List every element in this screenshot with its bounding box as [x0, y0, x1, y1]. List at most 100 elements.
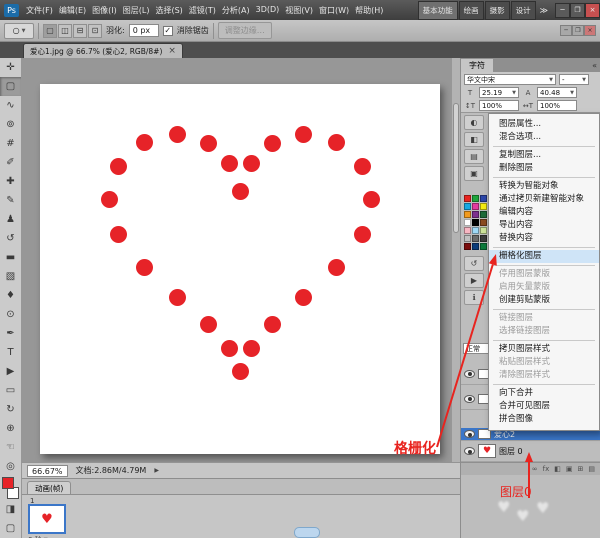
3d-orbit-tool[interactable]: ⊕: [0, 419, 21, 438]
screen-mode-button[interactable]: ▢: [0, 519, 21, 538]
menubar-item-7[interactable]: 3D(D): [253, 1, 283, 20]
color-swatch[interactable]: [472, 235, 479, 242]
restore-button[interactable]: ❐: [570, 3, 585, 18]
eyedropper-tool[interactable]: ✐: [0, 153, 21, 172]
quick-select-tool[interactable]: ⊚: [0, 115, 21, 134]
menubar-item-0[interactable]: 文件(F): [23, 1, 56, 20]
actions-panel-icon[interactable]: ▶: [464, 273, 484, 288]
history-panel-icon[interactable]: ↺: [464, 256, 484, 271]
context-menu-item-10[interactable]: 替换内容: [489, 232, 599, 245]
color-swatch[interactable]: [472, 203, 479, 210]
context-menu-item-4[interactable]: 删除图层: [489, 162, 599, 175]
new-layer-icon[interactable]: ⊞: [578, 465, 584, 473]
workspace-button-1[interactable]: 绘画: [459, 1, 484, 20]
menubar-item-8[interactable]: 视图(V): [282, 1, 316, 20]
context-menu-item-0[interactable]: 图层属性...: [489, 118, 599, 131]
color-swatch[interactable]: [480, 243, 487, 250]
font-style-select[interactable]: - ▼: [559, 74, 589, 85]
tool-preset-picker[interactable]: ○ ▼: [4, 23, 34, 39]
context-menu-item-21[interactable]: 拷贝图层样式: [489, 343, 599, 356]
layer-style-icon[interactable]: fx: [543, 465, 550, 473]
crop-tool[interactable]: #: [0, 134, 21, 153]
color-swatch[interactable]: [472, 211, 479, 218]
context-menu-item-8[interactable]: 编辑内容: [489, 206, 599, 219]
color-chips[interactable]: [0, 476, 21, 500]
masks-panel-icon[interactable]: ◧: [464, 132, 484, 147]
feather-input[interactable]: 0 px: [129, 24, 159, 37]
menubar-item-10[interactable]: 帮助(H): [352, 1, 386, 20]
color-swatch[interactable]: [472, 243, 479, 250]
type-tool[interactable]: T: [0, 343, 21, 362]
color-swatch[interactable]: [464, 219, 471, 226]
color-swatch[interactable]: [464, 243, 471, 250]
horizontal-scale-field[interactable]: 100%: [537, 100, 577, 111]
pen-tool[interactable]: ✒: [0, 324, 21, 343]
color-swatch[interactable]: [464, 227, 471, 234]
menubar-item-4[interactable]: 选择(S): [152, 1, 185, 20]
workspace-button-0[interactable]: 基本功能: [418, 1, 458, 20]
healing-brush-tool[interactable]: ✚: [0, 172, 21, 191]
close-icon[interactable]: ×: [168, 47, 176, 56]
brush-tool[interactable]: ✎: [0, 191, 21, 210]
move-tool[interactable]: ✛: [0, 58, 21, 77]
selection-mode-0[interactable]: ▢: [43, 24, 57, 38]
layer-thumbnail[interactable]: ♥: [478, 444, 496, 458]
info-panel-icon[interactable]: ℹ: [464, 290, 484, 305]
menubar-item-1[interactable]: 编辑(E): [56, 1, 89, 20]
color-swatch[interactable]: [480, 203, 487, 210]
zoom-level-field[interactable]: 66.67%: [27, 465, 68, 477]
color-swatch[interactable]: [480, 219, 487, 226]
context-menu-item-9[interactable]: 导出内容: [489, 219, 599, 232]
scrollbar-thumb[interactable]: [453, 103, 459, 233]
marquee-tool[interactable]: ▢: [0, 77, 21, 96]
blur-tool[interactable]: ♦: [0, 286, 21, 305]
context-menu-item-6[interactable]: 转换为智能对象: [489, 180, 599, 193]
delete-layer-icon[interactable]: ▤: [588, 465, 595, 473]
leading-select[interactable]: 40.48 ▼: [537, 87, 577, 98]
antialias-checkbox[interactable]: ✓: [163, 26, 173, 36]
menubar-item-9[interactable]: 窗口(W): [316, 1, 352, 20]
color-swatch[interactable]: [472, 227, 479, 234]
font-size-select[interactable]: 25.19 ▼: [479, 87, 519, 98]
menubar-item-6[interactable]: 分析(A): [219, 1, 253, 20]
context-menu-item-3[interactable]: 复制图层...: [489, 149, 599, 162]
add-mask-icon[interactable]: ◧: [554, 465, 561, 473]
channels-panel-icon[interactable]: ▣: [464, 166, 484, 181]
color-swatch[interactable]: [480, 195, 487, 202]
quick-mask-button[interactable]: ◨: [0, 500, 21, 519]
color-swatch[interactable]: [472, 195, 479, 202]
color-swatch[interactable]: [480, 235, 487, 242]
context-menu-item-7[interactable]: 通过拷贝新建智能对象: [489, 193, 599, 206]
layer-row-layer0[interactable]: ♥ 图层 0: [461, 441, 600, 462]
hand-tool[interactable]: ☜: [0, 438, 21, 457]
minimize-button[interactable]: ─: [555, 3, 570, 18]
context-menu-item-12[interactable]: 栅格化图层: [489, 250, 599, 263]
history-brush-tool[interactable]: ↺: [0, 229, 21, 248]
dodge-tool[interactable]: ⊙: [0, 305, 21, 324]
tab-character[interactable]: 字符: [461, 59, 493, 72]
restore-button[interactable]: ❐: [572, 25, 584, 36]
menubar-item-5[interactable]: 滤镜(T): [186, 1, 219, 20]
document-canvas[interactable]: [40, 84, 440, 454]
color-swatch[interactable]: [480, 211, 487, 218]
context-menu-item-25[interactable]: 向下合并: [489, 387, 599, 400]
visibility-eye-icon[interactable]: [464, 370, 475, 378]
close-button[interactable]: ×: [585, 3, 600, 18]
path-select-tool[interactable]: ▶: [0, 362, 21, 381]
menubar-item-2[interactable]: 图像(I): [89, 1, 120, 20]
workspace-button-3[interactable]: 设计: [511, 1, 536, 20]
color-swatch[interactable]: [464, 235, 471, 242]
3d-rotate-tool[interactable]: ↻: [0, 400, 21, 419]
menubar-item-3[interactable]: 图层(L): [120, 1, 153, 20]
gradient-tool[interactable]: ▧: [0, 267, 21, 286]
selection-mode-3[interactable]: ⊡: [88, 24, 102, 38]
eraser-tool[interactable]: ▬: [0, 248, 21, 267]
color-swatch[interactable]: [480, 227, 487, 234]
context-menu-item-26[interactable]: 合并可见图层: [489, 400, 599, 413]
context-menu-item-1[interactable]: 混合选项...: [489, 131, 599, 144]
context-menu-item-27[interactable]: 拼合图像: [489, 413, 599, 426]
workspace-button-2[interactable]: 摄影: [485, 1, 510, 20]
visibility-eye-icon[interactable]: [464, 430, 475, 438]
color-swatch[interactable]: [464, 195, 471, 202]
shape-tool[interactable]: ▭: [0, 381, 21, 400]
